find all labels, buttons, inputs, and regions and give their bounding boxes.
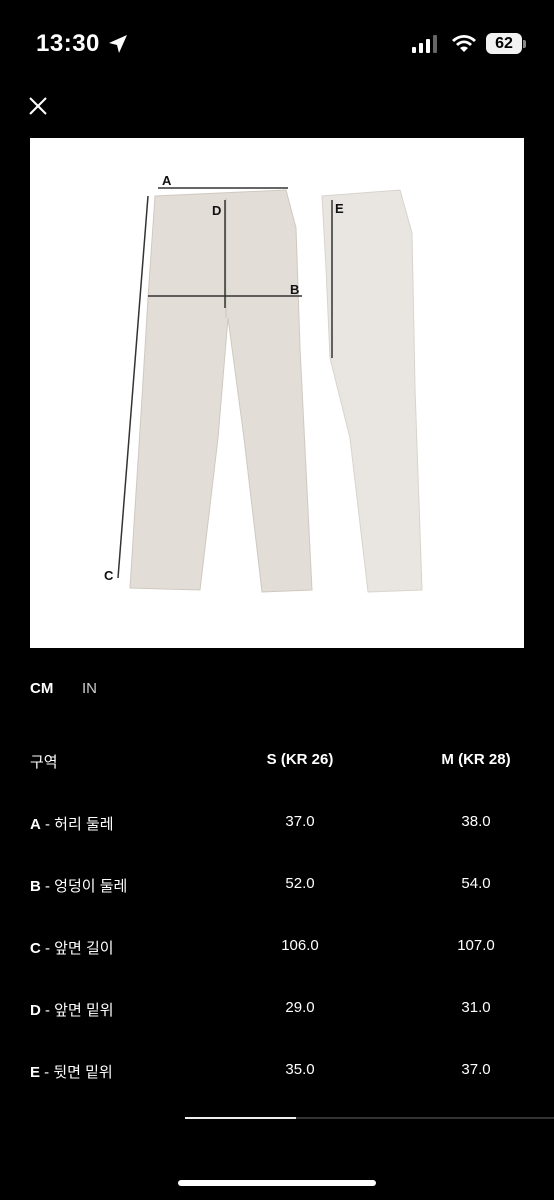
row-name: - 앞면 길이 [40, 940, 114, 957]
row-code: B [30, 878, 41, 895]
wifi-icon [452, 35, 476, 52]
home-indicator[interactable] [178, 1180, 376, 1186]
table-row: D - 앞면 밑위 29.0 31.0 [0, 993, 554, 1023]
table-header: 구역 S (KR 26) M (KR 28) [0, 745, 554, 775]
row-name: - 허리 둘레 [40, 816, 114, 833]
cell-size-s: 35.0 [285, 1061, 315, 1078]
location-arrow-icon [109, 35, 127, 53]
row-label: C - 앞면 길이 [30, 937, 114, 958]
cell-size-m: 107.0 [457, 937, 495, 954]
label-c: C [104, 568, 114, 583]
cell-size-s: 29.0 [285, 999, 315, 1016]
row-code: E [30, 1064, 41, 1081]
row-label: D - 앞면 밑위 [30, 999, 114, 1020]
row-code: A [30, 816, 41, 833]
cell-size-m: 37.0 [461, 1061, 491, 1078]
row-label: B - 엉덩이 둘레 [30, 875, 127, 896]
label-b: B [290, 282, 299, 297]
cell-size-m: 38.0 [461, 813, 491, 830]
unit-cm-tab[interactable]: CM [30, 680, 53, 697]
pants-front-illustration [129, 189, 313, 593]
row-label: E - 뒷면 밑위 [30, 1061, 113, 1082]
battery-tip [523, 40, 526, 48]
pants-back-illustration [321, 189, 423, 593]
battery-indicator: 62 [486, 33, 522, 54]
table-row: A - 허리 둘레 37.0 38.0 [0, 807, 554, 837]
size-guide-image: A D B E C [30, 138, 524, 648]
row-code: C [30, 940, 41, 957]
cellular-signal-icon [412, 35, 437, 53]
table-row: C - 앞면 길이 106.0 107.0 [0, 931, 554, 961]
header-size-s: S (KR 26) [266, 751, 334, 768]
label-d: D [212, 203, 221, 218]
table-row: E - 뒷면 밑위 35.0 37.0 [0, 1055, 554, 1085]
cell-size-m: 31.0 [461, 999, 491, 1016]
header-area: 구역 [30, 754, 58, 771]
label-e: E [335, 201, 344, 216]
status-time: 13:30 [36, 30, 100, 57]
row-name: - 엉덩이 둘레 [40, 878, 128, 895]
battery-level: 62 [495, 35, 513, 52]
cell-size-m: 54.0 [461, 875, 491, 892]
row-name: - 뒷면 밑위 [40, 1064, 113, 1081]
horizontal-scroll-thumb[interactable] [185, 1117, 296, 1119]
unit-in-tab[interactable]: IN [82, 680, 97, 697]
header-size-m: M (KR 28) [441, 751, 511, 768]
row-label: A - 허리 둘레 [30, 813, 114, 834]
cell-size-s: 106.0 [281, 937, 319, 954]
close-icon[interactable] [27, 95, 49, 117]
cell-size-s: 37.0 [285, 813, 315, 830]
row-name: - 앞면 밑위 [40, 1002, 114, 1019]
table-row: B - 엉덩이 둘레 52.0 54.0 [0, 869, 554, 899]
status-bar: 13:30 62 [0, 0, 554, 90]
label-a: A [162, 173, 172, 188]
cell-size-s: 52.0 [285, 875, 315, 892]
row-code: D [30, 1002, 41, 1019]
